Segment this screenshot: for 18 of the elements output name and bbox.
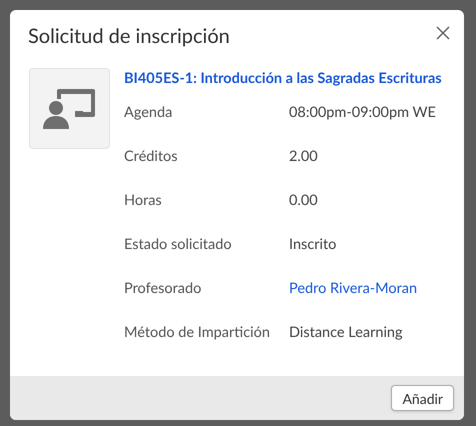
detail-label: Horas bbox=[124, 191, 163, 211]
detail-label: Método de Impartición bbox=[124, 323, 271, 343]
close-button[interactable] bbox=[434, 24, 452, 42]
detail-label: Estado solicitado bbox=[124, 235, 233, 255]
detail-value: Distance Learning bbox=[289, 323, 403, 343]
close-icon bbox=[436, 26, 450, 40]
detail-value: Inscrito bbox=[289, 235, 336, 255]
presenter-icon bbox=[42, 86, 96, 130]
detail-value: 08:00pm-09:00pm WE bbox=[289, 103, 436, 123]
detail-value: 2.00 bbox=[289, 147, 318, 167]
detail-link[interactable]: Pedro Rivera-Moran bbox=[289, 279, 418, 323]
course-title-link[interactable]: BI405ES-1: Introducción a las Sagradas Escrituras bbox=[124, 68, 442, 89]
dialog-title: Solicitud de inscripción bbox=[28, 24, 230, 48]
detail-label: Agenda bbox=[124, 103, 174, 123]
detail-label: Profesorado bbox=[124, 279, 202, 299]
add-button[interactable]: Añadir bbox=[391, 385, 454, 411]
detail-value: 0.00 bbox=[289, 191, 318, 211]
detail-label: Créditos bbox=[124, 147, 179, 167]
